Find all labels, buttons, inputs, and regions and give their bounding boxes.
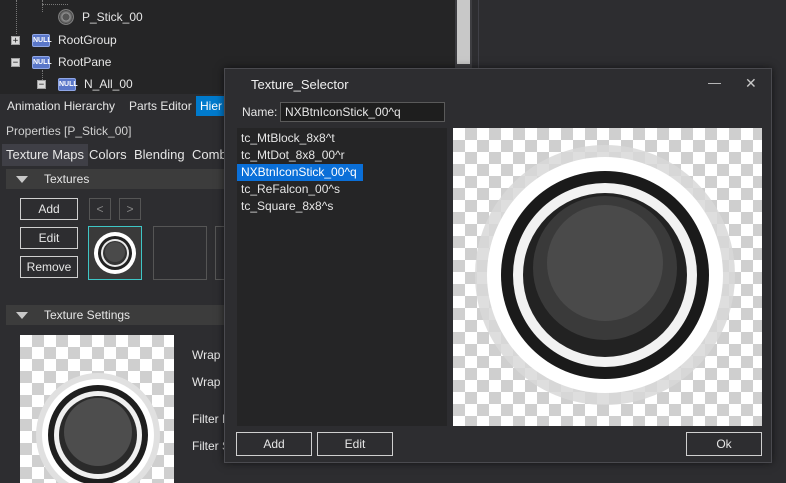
name-label: Name: bbox=[242, 105, 278, 119]
null-node-icon: NULL bbox=[32, 33, 52, 47]
tree-item-label: RootGroup bbox=[58, 33, 117, 47]
list-item-selected-row: NXBtnIconStick_00^q bbox=[237, 164, 447, 181]
wrap-t-label: Wrap M bbox=[192, 375, 226, 389]
name-field[interactable] bbox=[280, 102, 445, 122]
expand-icon[interactable]: + bbox=[11, 35, 20, 45]
list-item[interactable]: NXBtnIconStick_00^q bbox=[237, 164, 363, 181]
scrollbar-thumb[interactable] bbox=[457, 0, 470, 64]
dialog-add-button[interactable]: Add bbox=[236, 432, 312, 456]
stick-icon-large-preview bbox=[475, 145, 735, 405]
remove-texture-button[interactable]: Remove bbox=[20, 256, 78, 278]
tab-parts-editor[interactable]: Parts Editor bbox=[129, 96, 192, 116]
filter-mag-label: Filter S bbox=[192, 439, 226, 453]
texture-thumbnail-selected[interactable] bbox=[88, 226, 142, 280]
texture-large-preview bbox=[453, 128, 762, 426]
minimize-icon[interactable]: — bbox=[708, 75, 721, 90]
tree-item-label: P_Stick_00 bbox=[82, 10, 143, 24]
tree-item-label: RootPane bbox=[58, 55, 112, 69]
ok-button[interactable]: Ok bbox=[686, 432, 762, 456]
collapse-icon[interactable]: − bbox=[11, 57, 20, 67]
wrap-s-label: Wrap M bbox=[192, 348, 226, 362]
list-item[interactable]: tc_MtBlock_8x8^t bbox=[237, 130, 447, 147]
tab-colors[interactable]: Colors bbox=[89, 144, 127, 166]
section-title: Texture Settings bbox=[44, 308, 131, 322]
stick-icon-thumbnail bbox=[94, 232, 136, 274]
list-item[interactable]: tc_MtDot_8x8_00^r bbox=[237, 147, 447, 164]
tree-item-n-all[interactable]: − NULL N_All_00 bbox=[37, 74, 133, 94]
tab-texture-maps[interactable]: Texture Maps bbox=[2, 144, 89, 166]
collapse-triangle-icon bbox=[16, 311, 28, 319]
next-texture-button[interactable]: > bbox=[119, 198, 141, 220]
pane-icon bbox=[58, 9, 74, 25]
edit-texture-button[interactable]: Edit bbox=[20, 227, 78, 249]
textures-section-header[interactable]: Textures bbox=[6, 169, 226, 189]
list-item[interactable]: tc_ReFalcon_00^s bbox=[237, 181, 447, 198]
close-icon[interactable]: ✕ bbox=[745, 75, 757, 92]
collapse-icon[interactable]: − bbox=[37, 79, 46, 89]
texture-thumbnail-empty[interactable] bbox=[153, 226, 207, 280]
prev-texture-button[interactable]: < bbox=[89, 198, 111, 220]
tab-combiner[interactable]: Comb bbox=[192, 144, 226, 166]
tree-guide-line bbox=[42, 0, 44, 12]
filter-min-label: Filter E bbox=[192, 412, 226, 426]
dialog-title-bar[interactable]: Texture_Selector — ✕ bbox=[225, 69, 771, 99]
dialog-edit-button[interactable]: Edit bbox=[317, 432, 393, 456]
tree-item-rootgroup[interactable]: + NULL RootGroup bbox=[11, 30, 117, 50]
texture-settings-section-header[interactable]: Texture Settings bbox=[6, 305, 226, 325]
dialog-title: Texture_Selector bbox=[251, 77, 349, 92]
tree-guide-line bbox=[16, 0, 18, 34]
list-item[interactable]: tc_Square_8x8^s bbox=[237, 198, 447, 215]
collapse-triangle-icon bbox=[16, 175, 28, 183]
properties-title: Properties [P_Stick_00] bbox=[6, 124, 132, 138]
stick-icon-preview bbox=[36, 373, 160, 483]
tab-blending[interactable]: Blending bbox=[134, 144, 185, 166]
tree-guide-line bbox=[42, 4, 68, 6]
texture-selector-dialog: Texture_Selector — ✕ Name: tc_MtBlock_8x… bbox=[224, 68, 772, 463]
null-node-icon: NULL bbox=[32, 55, 52, 69]
null-node-icon: NULL bbox=[58, 77, 78, 91]
texture-preview bbox=[20, 335, 174, 483]
tab-animation-hierarchy[interactable]: Animation Hierarchy bbox=[7, 96, 115, 116]
tree-scrollbar[interactable] bbox=[455, 0, 472, 72]
section-title: Textures bbox=[44, 172, 90, 186]
tree-item-rootpane[interactable]: − NULL RootPane bbox=[11, 52, 111, 72]
tree-item-p-stick[interactable]: P_Stick_00 bbox=[58, 7, 143, 27]
texture-list[interactable]: tc_MtBlock_8x8^t tc_MtDot_8x8_00^r NXBtn… bbox=[237, 128, 447, 426]
add-texture-button[interactable]: Add bbox=[20, 198, 78, 220]
tree-item-label: N_All_00 bbox=[84, 77, 133, 91]
